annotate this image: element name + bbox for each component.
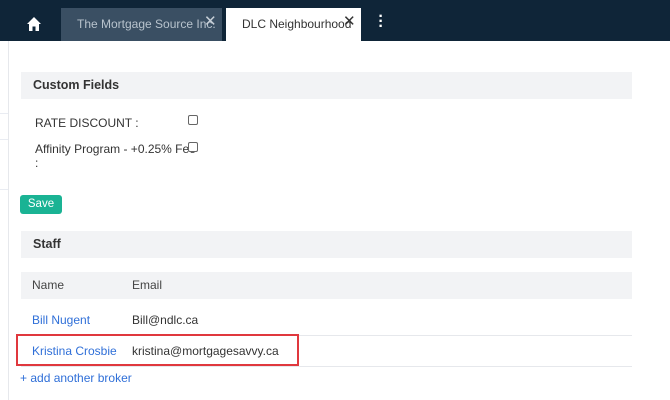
highlight-box — [16, 334, 299, 366]
divider — [0, 139, 8, 140]
rate-discount-label: RATE DISCOUNT : — [35, 116, 139, 130]
tab-label: DLC Neighbourhood — [242, 17, 352, 31]
staff-table-header: Name Email — [21, 272, 632, 299]
tab-dlc-neighbourhood[interactable]: DLC Neighbourhood ✕ — [226, 8, 361, 41]
save-button[interactable]: Save — [20, 195, 62, 214]
affinity-program-checkbox[interactable] — [188, 142, 198, 152]
column-email: Email — [132, 278, 163, 292]
column-name: Name — [32, 278, 65, 292]
tab-label: The Mortgage Source Inc. — [77, 17, 216, 31]
broker-email: Bill@ndlc.ca — [132, 313, 199, 327]
broker-name-link[interactable]: Bill Nugent — [32, 305, 90, 336]
more-options-icon[interactable]: · · · — [376, 9, 386, 35]
top-bar: The Mortgage Source Inc. ✕ DLC Neighbour… — [0, 0, 670, 41]
home-icon[interactable] — [26, 16, 42, 32]
divider — [0, 189, 8, 190]
add-broker-link[interactable]: + add another broker — [20, 371, 132, 385]
table-row: Bill Nugent Bill@ndlc.ca — [21, 305, 632, 336]
affinity-program-label: Affinity Program - +0.25% Fee — [35, 142, 196, 156]
affinity-program-label-suffix: : — [35, 156, 39, 170]
close-icon[interactable]: ✕ — [343, 5, 356, 38]
divider — [0, 113, 8, 114]
tab-mortgage-source[interactable]: The Mortgage Source Inc. ✕ — [61, 8, 222, 41]
close-icon[interactable]: ✕ — [204, 5, 217, 38]
custom-fields-header: Custom Fields — [21, 72, 632, 99]
divider — [8, 41, 9, 400]
rate-discount-checkbox[interactable] — [188, 115, 198, 125]
staff-header: Staff — [21, 231, 632, 258]
